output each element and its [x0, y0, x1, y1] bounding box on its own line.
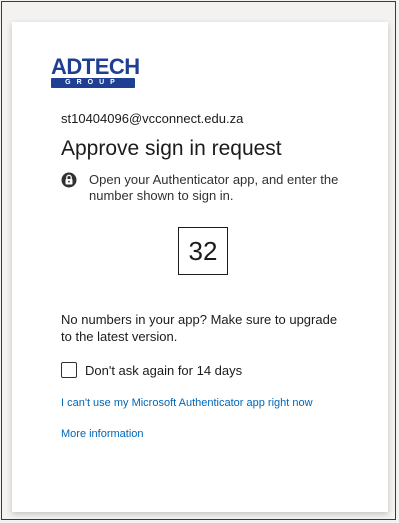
instruction-row: Open your Authenticator app, and enter t…: [61, 172, 351, 204]
brand-logo: ADTECH GROUP: [51, 54, 140, 91]
logo-subtext: GROUP: [65, 79, 121, 86]
cant-use-authenticator-link[interactable]: I can't use my Microsoft Authenticator a…: [61, 397, 313, 409]
account-email: st10404096@vcconnect.edu.za: [61, 111, 244, 126]
more-information-link[interactable]: More information: [61, 428, 144, 440]
logo-word: ADTECH: [51, 54, 140, 79]
instruction-text: Open your Authenticator app, and enter t…: [89, 172, 339, 203]
dont-ask-checkbox[interactable]: [61, 362, 77, 378]
page-title: Approve sign in request: [61, 137, 282, 160]
dont-ask-row[interactable]: Don't ask again for 14 days: [61, 362, 242, 378]
upgrade-hint: No numbers in your app? Make sure to upg…: [61, 312, 338, 344]
dont-ask-label[interactable]: Don't ask again for 14 days: [85, 363, 242, 378]
verification-number: 32: [178, 227, 228, 275]
lock-person-icon: [61, 172, 77, 188]
